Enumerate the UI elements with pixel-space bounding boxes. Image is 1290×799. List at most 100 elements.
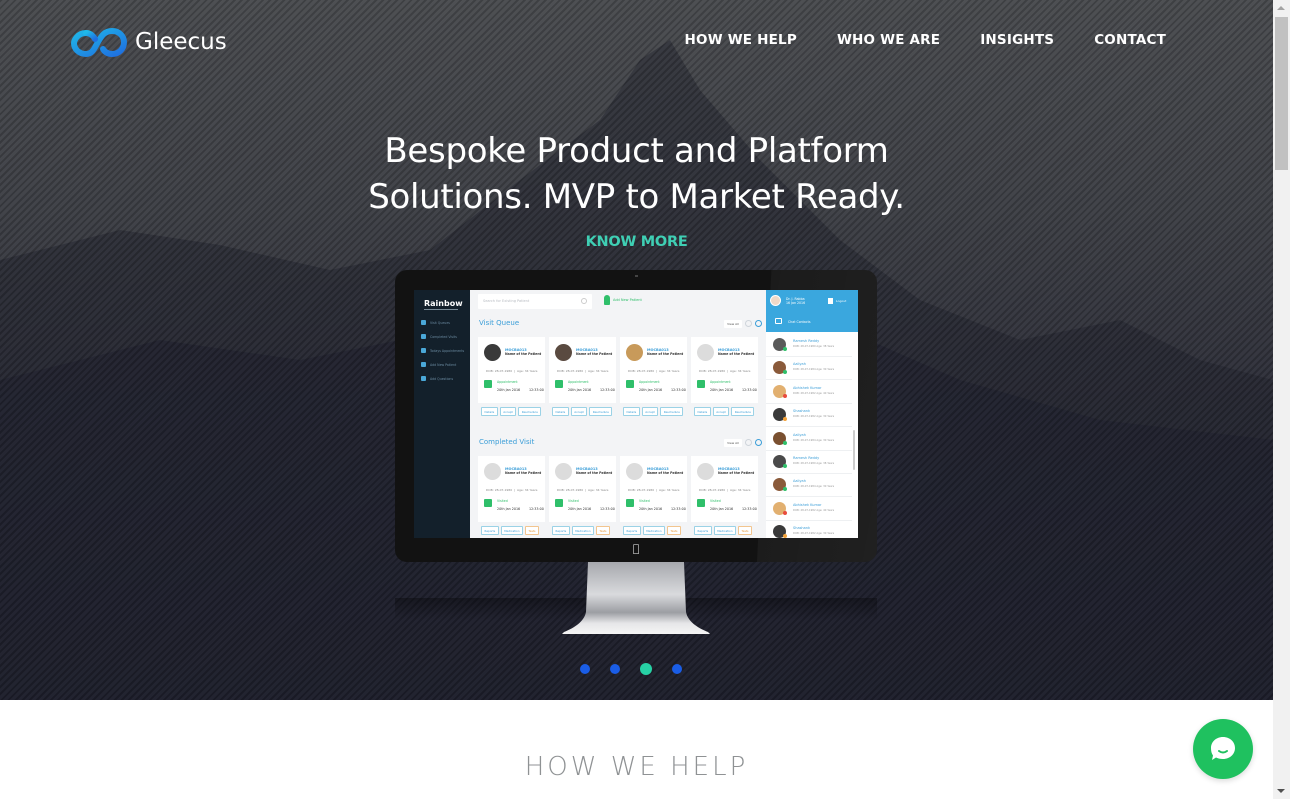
know-more-link[interactable]: KNOW MORE: [0, 234, 1273, 250]
nav-how-we-help[interactable]: HOW WE HELP: [685, 32, 797, 48]
contact-meta: DOB: 28-07-1982 Age: 40 Years: [793, 391, 835, 395]
visit-date: 20th Jan 2016: [639, 507, 663, 511]
patient-avatar: [697, 463, 714, 480]
nav-insights[interactable]: INSIGHTS: [980, 32, 1054, 48]
card-action-chip: Reports: [694, 526, 712, 535]
chat-contact: Abhishek Kumar DOB: 28-07-1982 Age: 40 Ye…: [766, 498, 852, 521]
contact-meta: DOB: 28-07-1980 Age: 38 Years: [793, 345, 835, 348]
card-action-chip: Accept: [641, 407, 659, 416]
scroll-up-arrow-icon[interactable]: [1273, 0, 1290, 17]
how-we-help-heading: HOW WE HELP: [524, 752, 749, 782]
visit-time: 12:33:00: [742, 388, 757, 392]
card-actions: Details Accept Reschedule: [481, 407, 542, 416]
calendar-icon: [484, 380, 492, 388]
chat-icon: [1211, 737, 1235, 760]
patient-avatar: [626, 344, 643, 361]
carousel-dot-1[interactable]: [580, 664, 590, 674]
presence-dot-icon: [783, 347, 787, 351]
card-action-chip: Tests: [667, 526, 681, 535]
card-action-chip: Tests: [525, 526, 539, 535]
app-sidebar-item: Add New Patient: [421, 362, 456, 367]
card-action-chip: Medication: [500, 526, 524, 535]
visit-date: 20th Jan 2016: [568, 388, 592, 392]
appointments-icon: [421, 348, 426, 353]
visit-time: 12:33:00: [671, 507, 686, 511]
completed-visit-view-all: View All: [724, 439, 742, 447]
scroll-thumb[interactable]: [1275, 17, 1288, 170]
card-actions: Details Accept Reschedule: [694, 407, 755, 416]
contact-name: Aaliyah: [793, 479, 806, 484]
card-action-chip: Reschedule: [589, 407, 613, 416]
visit-status: Appointment: [639, 380, 660, 384]
patient-dob-age: DOB: 28-07-1980 | Age: 34 Years: [557, 369, 609, 373]
patient-dob-age: DOB: 28-07-1980 | Age: 34 Years: [699, 488, 751, 492]
carousel-dot-3[interactable]: [640, 663, 652, 675]
app-main: Search for Existing Patient Add New Pati…: [470, 290, 766, 538]
card-actions: Reports Medication Tests: [694, 526, 752, 535]
visit-queue-pager: [745, 320, 762, 327]
add-questions-icon: [421, 376, 426, 381]
logout-label: Logout: [828, 298, 846, 304]
brand-logo[interactable]: Gleecus: [71, 25, 227, 59]
visit-queue-view-all: View All: [724, 320, 742, 328]
contact-name: Aaliyah: [793, 362, 806, 367]
app-sidebar: Rainbow Visit Queues Completed Visits To…: [414, 290, 470, 538]
patient-name: Name of the Patient: [576, 471, 613, 475]
patient-dob-age: DOB: 28-07-1980 | Age: 34 Years: [628, 369, 680, 373]
calendar-icon: [697, 499, 705, 507]
card-actions: Details Accept Reschedule: [552, 407, 613, 416]
visit-status: Visited: [710, 499, 721, 503]
card-action-chip: Tests: [738, 526, 752, 535]
main-nav: HOW WE HELP WHO WE ARE INSIGHTS CONTACT: [685, 32, 1166, 48]
doctor-info: Dr. J. Rabba 16 Jan 2016: [786, 297, 806, 305]
hero-headline: Bespoke Product and Platform Solutions. …: [0, 128, 1273, 220]
patient-card: MOCBA013 Name of the Patient DOB: 28-07-19…: [691, 456, 758, 522]
visit-date: 20th Jan 2016: [639, 388, 663, 392]
card-action-chip: Medication: [713, 526, 737, 535]
scroll-down-arrow-icon[interactable]: [1273, 782, 1290, 799]
chat-contact: Abhishek Kumar DOB: 28-07-1982 Age: 40 Ye…: [766, 381, 852, 404]
chat-widget-button[interactable]: [1193, 719, 1253, 779]
visit-date: 20th Jan 2016: [710, 388, 734, 392]
contact-name: Shashank: [793, 526, 811, 531]
chat-header: Dr. J. Rabba 16 Jan 2016 Logout Chat Con…: [766, 290, 858, 332]
contact-meta: DOB: 28-07-1984 Age: 30 Years: [793, 438, 835, 442]
nav-who-we-are[interactable]: WHO WE ARE: [837, 32, 940, 48]
visit-date: 20th Jan 2016: [710, 507, 734, 511]
visit-date: 20th Jan 2016: [497, 388, 521, 392]
card-actions: Reports Medication Tests: [623, 526, 681, 535]
patient-card: MOCBA013 Name of the Patient DOB: 28-07-19…: [478, 456, 545, 522]
visit-date: 20th Jan 2016: [497, 507, 521, 511]
card-action-chip: Reports: [552, 526, 570, 535]
contact-meta: DOB: 28-07-1982 Age: 30 Years: [793, 532, 835, 536]
visit-status: Visited: [497, 499, 508, 503]
patient-dob-age: DOB: 28-07-1980 | Age: 34 Years: [699, 369, 751, 373]
completed-visit-pager: [745, 439, 762, 446]
visit-time: 12:33:00: [600, 388, 615, 392]
card-action-chip: Reschedule: [660, 407, 684, 416]
page-scrollbar[interactable]: [1273, 0, 1290, 799]
contact-name: Ramesh Reddy: [793, 339, 820, 343]
contact-name: Abhishek Kumar: [793, 385, 822, 390]
card-action-chip: Details: [481, 407, 498, 416]
patient-avatar: [555, 344, 572, 361]
infinity-logo-icon: [71, 27, 127, 58]
contact-name: Ramesh Reddy: [793, 456, 820, 460]
nav-contact[interactable]: CONTACT: [1094, 32, 1166, 48]
add-patient-icon: [421, 362, 426, 367]
presence-dot-icon: [783, 370, 787, 375]
calendar-icon: [697, 380, 705, 388]
app-sidebar-item: Visit Queues: [421, 320, 450, 325]
app-add-patient: Add New Patient: [604, 295, 642, 305]
monitor-stand: [562, 562, 710, 634]
card-action-chip: Tests: [596, 526, 610, 535]
chat-contact: Shashank DOB: 28-07-1982 Age: 30 Years: [766, 521, 852, 538]
carousel-dot-2[interactable]: [610, 664, 620, 674]
carousel-dot-4[interactable]: [672, 664, 682, 674]
card-action-chip: Reports: [623, 526, 641, 535]
add-user-icon: [604, 295, 610, 305]
contact-meta: DOB: 28-07-1982 Age: 40 Years: [793, 508, 835, 512]
patient-card: MOCBA013 Name of the Patient DOB: 28-07-19…: [691, 337, 758, 403]
visit-time: 12:33:00: [529, 388, 544, 392]
patient-card: MOCBA013 Name of the Patient DOB: 28-07-19…: [620, 337, 687, 403]
